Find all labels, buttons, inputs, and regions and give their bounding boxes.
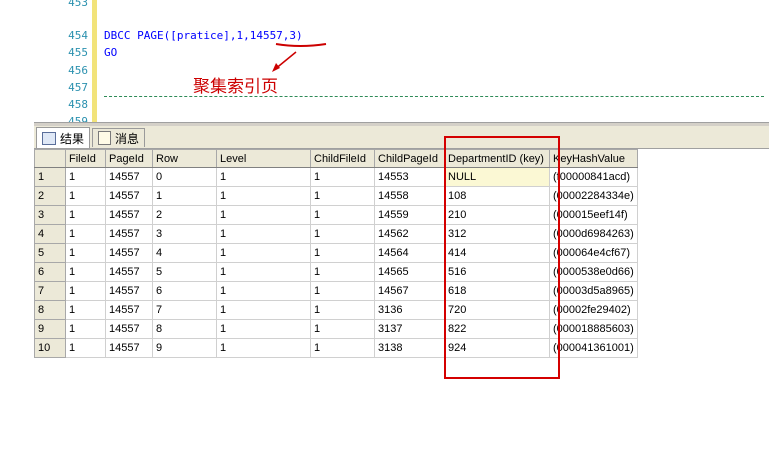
row-number[interactable]: 10 <box>34 338 66 358</box>
row-number[interactable]: 1 <box>34 167 66 187</box>
grid-cell[interactable]: 14565 <box>374 262 445 282</box>
tab-messages-label: 消息 <box>115 131 140 146</box>
grid-cell[interactable]: 1 <box>216 224 311 244</box>
results-tab-bar: 结果 消息 <box>34 126 769 149</box>
grid-cell[interactable]: 14553 <box>374 167 445 187</box>
grid-cell[interactable]: 1 <box>65 262 106 282</box>
grid-cell[interactable]: 1 <box>216 338 311 358</box>
grid-cell[interactable]: 1 <box>65 224 106 244</box>
grid-cell[interactable]: (0000d6984263) <box>549 224 638 244</box>
grid-cell[interactable]: 14557 <box>105 224 153 244</box>
grid-cell[interactable]: 2 <box>152 205 217 225</box>
grid-cell[interactable]: (00002284334e) <box>549 186 638 206</box>
grid-cell[interactable]: 1 <box>310 262 375 282</box>
document-icon <box>98 131 111 145</box>
grid-cell[interactable]: 14557 <box>105 243 153 263</box>
results-grid-area[interactable]: FileId PageId Row Level ChildFileId ChildPage… <box>34 149 769 379</box>
column-header[interactable]: Row <box>152 149 217 168</box>
grid-cell[interactable]: 5 <box>152 262 217 282</box>
row-number[interactable]: 2 <box>34 186 66 206</box>
grid-cell[interactable]: 1 <box>65 205 106 225</box>
grid-cell[interactable]: 1 <box>216 243 311 263</box>
grid-cell[interactable]: 14562 <box>374 224 445 244</box>
row-number[interactable]: 9 <box>34 319 66 339</box>
grid-cell[interactable]: 14557 <box>105 338 153 358</box>
grid-cell[interactable]: 1 <box>310 205 375 225</box>
row-number[interactable]: 3 <box>34 205 66 225</box>
grid-cell[interactable]: 1 <box>152 186 217 206</box>
grid-cell[interactable]: 14557 <box>105 167 153 187</box>
grid-cell[interactable]: 7 <box>152 300 217 320</box>
grid-cell[interactable]: 1 <box>310 319 375 339</box>
grid-cell[interactable]: 14557 <box>105 281 153 301</box>
column-header[interactable]: PageId <box>105 149 153 168</box>
grid-cell[interactable]: 14559 <box>374 205 445 225</box>
column-header[interactable]: ChildFileId <box>310 149 375 168</box>
grid-cell[interactable]: (00002fe29402) <box>549 300 638 320</box>
grid-cell[interactable]: 1 <box>310 338 375 358</box>
grid-cell[interactable]: 1 <box>216 167 311 187</box>
tab-results[interactable]: 结果 <box>36 127 91 148</box>
grid-cell[interactable]: 1 <box>65 338 106 358</box>
column-header[interactable]: KeyHashValue <box>549 149 638 168</box>
grid-cell[interactable]: 9 <box>152 338 217 358</box>
tab-results-label: 结果 <box>60 131 85 146</box>
grid-cell[interactable]: 1 <box>216 300 311 320</box>
grid-icon <box>42 131 56 145</box>
grid-cell[interactable]: (f00000841acd) <box>549 167 638 187</box>
column-header[interactable]: ChildPageId <box>374 149 445 168</box>
grid-cell[interactable]: 14557 <box>105 186 153 206</box>
grid-cell[interactable]: 4 <box>152 243 217 263</box>
grid-cell[interactable]: (0000538e0d66) <box>549 262 638 282</box>
column-header[interactable]: Level <box>216 149 311 168</box>
grid-cell[interactable]: 14557 <box>105 205 153 225</box>
grid-cell[interactable]: 14567 <box>374 281 445 301</box>
grid-cell[interactable]: (000015eef14f) <box>549 205 638 225</box>
grid-cell[interactable]: 1 <box>65 300 106 320</box>
grid-cell[interactable]: 14557 <box>105 300 153 320</box>
grid-cell[interactable]: 6 <box>152 281 217 301</box>
grid-cell[interactable]: 0 <box>152 167 217 187</box>
row-number[interactable]: 5 <box>34 243 66 263</box>
grid-cell[interactable]: 14557 <box>105 319 153 339</box>
grid-cell[interactable]: (000018885603) <box>549 319 638 339</box>
grid-cell[interactable]: 1 <box>65 167 106 187</box>
grid-cell[interactable]: 1 <box>65 319 106 339</box>
annotation-label: 聚集索引页 <box>193 77 278 97</box>
grid-cell[interactable]: 1 <box>216 186 311 206</box>
annotation-arrow <box>272 43 327 72</box>
grid-cell[interactable]: 1 <box>310 300 375 320</box>
grid-cell[interactable]: 3136 <box>374 300 445 320</box>
grid-cell[interactable]: 1 <box>216 205 311 225</box>
grid-cell[interactable]: (000041361001) <box>549 338 638 358</box>
row-number[interactable]: 6 <box>34 262 66 282</box>
grid-cell[interactable]: 14557 <box>105 262 153 282</box>
grid-cell[interactable]: 1 <box>65 243 106 263</box>
row-header-corner[interactable] <box>34 149 66 168</box>
grid-cell[interactable]: 3137 <box>374 319 445 339</box>
grid-cell[interactable]: 1 <box>310 243 375 263</box>
grid-cell[interactable]: 1 <box>65 281 106 301</box>
tab-messages[interactable]: 消息 <box>92 128 146 147</box>
highlight-box <box>444 136 560 379</box>
grid-cell[interactable]: 1 <box>310 167 375 187</box>
grid-cell[interactable]: 14558 <box>374 186 445 206</box>
grid-cell[interactable]: 1 <box>216 281 311 301</box>
row-number[interactable]: 8 <box>34 300 66 320</box>
grid-cell[interactable]: 1 <box>216 262 311 282</box>
grid-cell[interactable]: 3 <box>152 224 217 244</box>
grid-cell[interactable]: (000064e4cf67) <box>549 243 638 263</box>
column-header[interactable]: FileId <box>65 149 106 168</box>
row-number[interactable]: 4 <box>34 224 66 244</box>
grid-cell[interactable]: (00003d5a8965) <box>549 281 638 301</box>
grid-cell[interactable]: 3138 <box>374 338 445 358</box>
grid-cell[interactable]: 8 <box>152 319 217 339</box>
grid-cell[interactable]: 1 <box>310 224 375 244</box>
grid-cell[interactable]: 1 <box>65 186 106 206</box>
grid-cell[interactable]: 1 <box>216 319 311 339</box>
row-number[interactable]: 7 <box>34 281 66 301</box>
grid-cell[interactable]: 1 <box>310 281 375 301</box>
grid-cell[interactable]: 1 <box>310 186 375 206</box>
grid-cell[interactable]: 14564 <box>374 243 445 263</box>
